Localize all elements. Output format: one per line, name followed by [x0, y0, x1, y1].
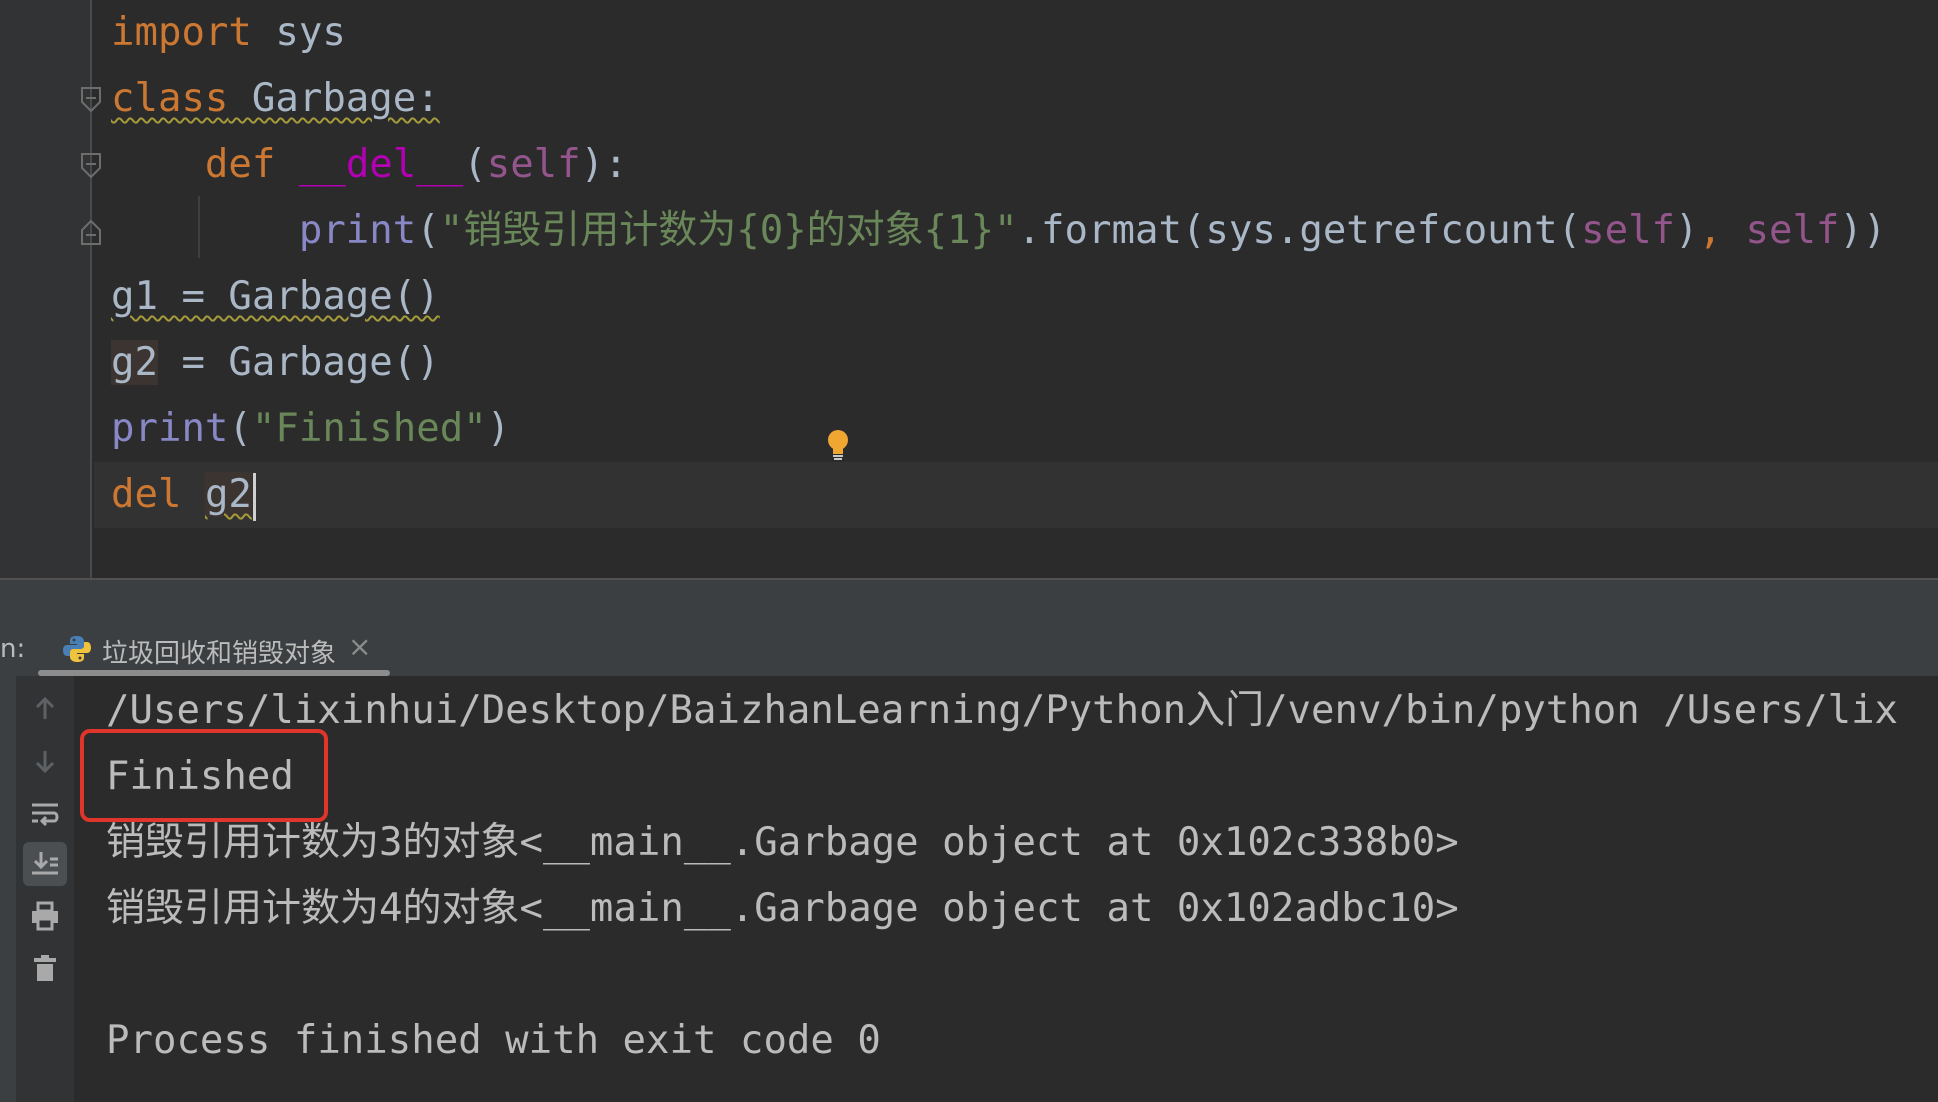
run-tab[interactable]: 垃圾回收和销毁对象 ×	[38, 622, 390, 676]
keyword: del	[111, 472, 182, 517]
trash-icon[interactable]	[23, 946, 67, 990]
code-line-4[interactable]: print("销毁引用计数为{0}的对象{1}".format(sys.getr…	[111, 198, 1887, 264]
editor-gutter	[0, 0, 101, 578]
print-icon[interactable]	[23, 894, 67, 938]
paren: ):	[580, 142, 628, 187]
code-text: = Garbage()	[157, 340, 440, 385]
annotation-highlight-box	[80, 729, 328, 822]
soft-wrap-icon[interactable]	[23, 792, 67, 836]
paren: )	[1675, 208, 1699, 253]
self-param: self	[1745, 208, 1840, 253]
console-command-line: /Users/lixinhui/Desktop/BaizhanLearning/…	[106, 688, 1899, 733]
comma: ,	[1698, 208, 1722, 253]
tool-window-strip	[0, 676, 16, 1102]
self-param: self	[1581, 208, 1676, 253]
variable-g2: g2	[204, 472, 252, 517]
console-output-line: 销毁引用计数为4的对象<__main__.Garbage object at 0…	[106, 886, 1459, 931]
run-toolbar	[16, 676, 74, 1102]
console-exit-line: Process finished with exit code 0	[106, 1018, 881, 1063]
code-line-2[interactable]: class Garbage:	[111, 66, 440, 132]
arrow-up-icon[interactable]	[23, 688, 67, 732]
paren: (	[416, 208, 440, 253]
run-label: n:	[0, 634, 26, 664]
code-editor[interactable]: import sys class Garbage: def __del__(se…	[0, 0, 1938, 578]
variable-g2: g2	[111, 340, 158, 385]
code-line-6[interactable]: g2 = Garbage()	[111, 330, 440, 396]
string-literal: "销毁引用计数为{0}的对象{1}"	[439, 208, 1018, 253]
keyword: class	[111, 76, 229, 121]
text-caret	[252, 472, 256, 521]
paren: ))	[1839, 208, 1887, 253]
code-line-3[interactable]: def __del__(self):	[111, 132, 628, 198]
magic-method: __del__	[298, 142, 464, 187]
builtin-print: print	[111, 406, 229, 451]
string-literal: "Finished"	[251, 406, 487, 451]
code-line-1[interactable]: import sys	[111, 0, 346, 66]
fold-def-icon[interactable]	[79, 152, 103, 180]
code-line-7[interactable]: print("Finished")	[111, 396, 510, 462]
current-line-highlight	[94, 462, 1938, 528]
panel-divider[interactable]	[0, 578, 1938, 622]
paren: (	[228, 406, 252, 451]
run-tab-title: 垃圾回收和销毁对象	[102, 639, 337, 669]
code-text: sys	[251, 10, 346, 55]
self-param: self	[486, 142, 581, 187]
lightbulb-icon[interactable]	[825, 428, 851, 462]
close-icon[interactable]: ×	[348, 630, 371, 663]
class-name: Garbage:	[228, 76, 440, 121]
fold-end-icon[interactable]	[79, 218, 103, 246]
arrow-down-icon[interactable]	[23, 740, 67, 784]
python-icon	[62, 634, 92, 664]
scroll-to-end-icon[interactable]	[23, 842, 67, 886]
paren: )	[486, 406, 511, 451]
code-text: g1 = Garbage()	[111, 274, 440, 319]
keyword: import	[111, 10, 252, 55]
run-tool-window-header: n: 垃圾回收和销毁对象 ×	[0, 622, 1938, 676]
paren: (	[463, 142, 487, 187]
keyword: def	[204, 142, 276, 187]
code-text: .format(sys.getrefcount(	[1017, 208, 1582, 253]
code-line-5[interactable]: g1 = Garbage()	[111, 264, 440, 330]
code-line-8[interactable]: del g2	[111, 462, 256, 528]
fold-class-icon[interactable]	[79, 86, 103, 114]
ide-window: import sys class Garbage: def __del__(se…	[0, 0, 1938, 1102]
builtin-print: print	[298, 208, 417, 253]
